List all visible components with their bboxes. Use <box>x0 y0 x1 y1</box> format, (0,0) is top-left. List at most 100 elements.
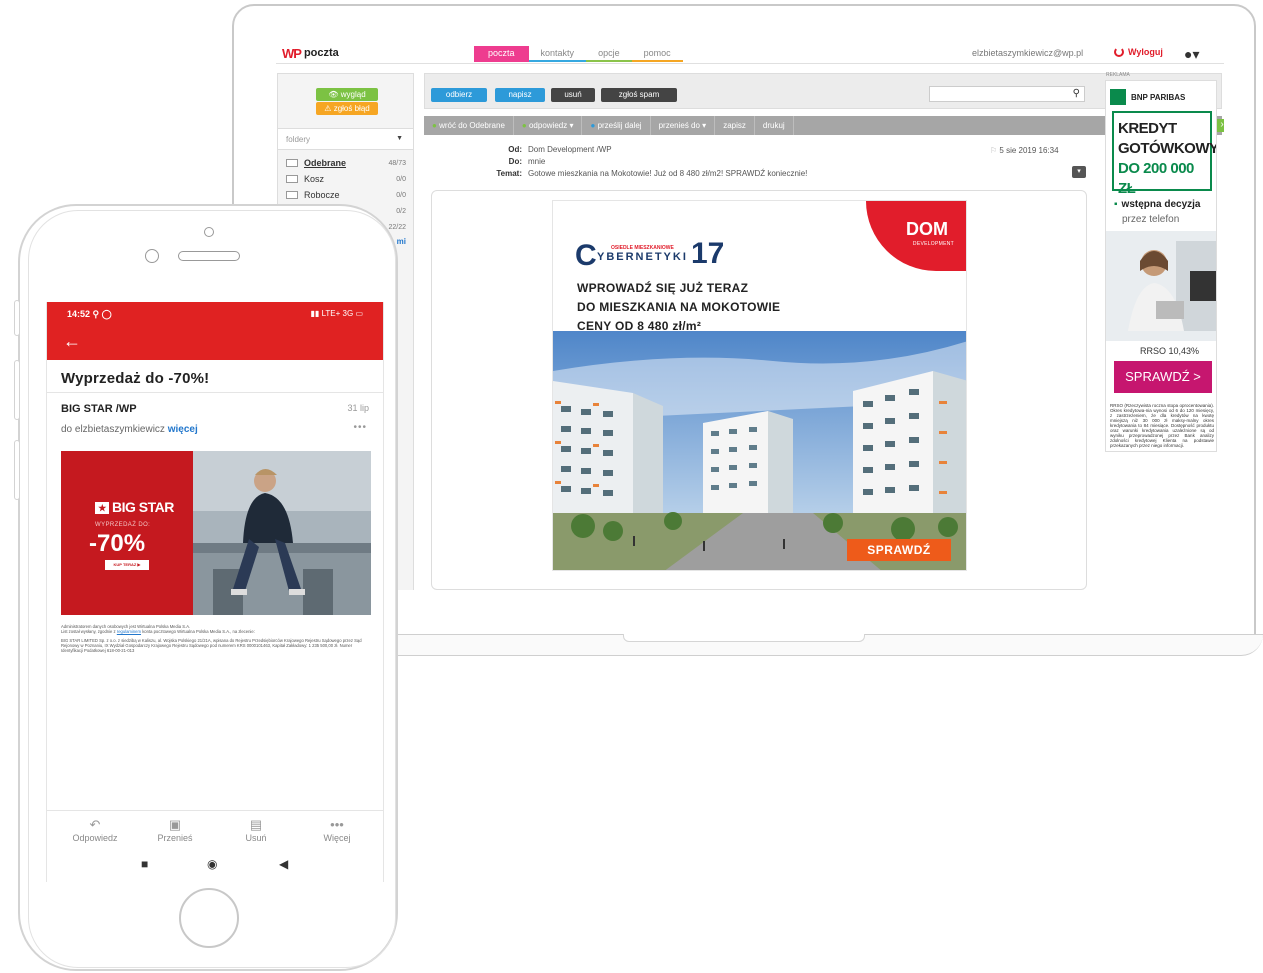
to-value: mnie <box>528 157 546 166</box>
phone-camera <box>204 227 214 237</box>
folder-count: 48/73 <box>388 159 406 167</box>
buildings-render-image <box>553 331 966 570</box>
estate-name: YBERNETYKI <box>597 251 688 263</box>
main-nav: poczta kontakty opcje pomoc <box>474 46 683 62</box>
dom-development-ad[interactable]: DOM DEVELOPMENT C OSIEDLE MIESZKANIOWE Y… <box>552 200 967 571</box>
reply-action[interactable]: ↶ Odpowiedz <box>55 817 135 843</box>
power-icon <box>1114 47 1124 57</box>
to-label: Do: <box>508 157 522 166</box>
status-indicators: ▮▮ LTE+ 3G ▭ <box>310 309 363 318</box>
bnp-paribas-ad[interactable]: BNP PARIBAS KREDYT GOTÓWKOWY DO 200 000 … <box>1105 80 1217 452</box>
check-button[interactable]: SPRAWDŹ <box>847 539 951 561</box>
back-icon[interactable]: ◀ <box>279 857 288 871</box>
forward-label: prześlij dalej <box>597 121 642 130</box>
wp-logo-icon: WP <box>282 46 302 61</box>
more-action[interactable]: ••• Więcej <box>297 817 377 843</box>
tab-opcje[interactable]: opcje <box>586 46 632 62</box>
delete-action[interactable]: ▤ Usuń <box>216 817 296 843</box>
buy-now-label: KUP TERAZ <box>113 562 137 567</box>
delete-button[interactable]: usuń <box>551 88 595 102</box>
search-icon[interactable]: ⚲ <box>1073 88 1080 99</box>
move-action[interactable]: ▣ Przenieś <box>135 817 215 843</box>
mail-toolbar: odbierz napisz usuń zgłoś spam ⚲ <box>424 73 1222 109</box>
more-link[interactable]: więcej <box>168 424 198 435</box>
terms-link[interactable]: regulaminem <box>117 629 141 634</box>
envelope-icon <box>286 159 298 167</box>
from-value: Dom Development /WP <box>528 145 612 154</box>
discount-value: -70% <box>89 530 146 557</box>
folders-dropdown[interactable]: foldery ▼ <box>278 128 413 150</box>
ad-line-1: WPROWADŹ SIĘ JUŻ TERAZ <box>577 281 749 295</box>
save-button[interactable]: zapisz <box>715 116 755 135</box>
phone-home-button[interactable] <box>179 888 239 948</box>
forward-icon: ● <box>590 121 596 130</box>
print-button[interactable]: drukuj <box>755 116 794 135</box>
wp-logo[interactable]: WP poczta <box>282 46 339 61</box>
folder-label: Odebrane <box>304 158 347 168</box>
ad-disclaimer: RRSO (Rzeczywista roczna stopa oprocento… <box>1110 403 1214 448</box>
phone-speaker <box>178 251 240 261</box>
folder-count: 0/0 <box>396 175 406 183</box>
tab-kontakty[interactable]: kontakty <box>528 46 587 62</box>
search-input[interactable]: ⚲ <box>929 86 1085 102</box>
big-star-logo: ★ BIG STAR <box>95 499 174 515</box>
folder-robocze[interactable]: Robocze 0/0 <box>286 188 410 202</box>
bnp-logo-icon <box>1110 89 1126 105</box>
receive-button[interactable]: odbierz <box>431 88 487 102</box>
loan-line-1: KREDYT <box>1118 120 1177 137</box>
back-to-inbox-button[interactable]: ● wróć do Odebrane <box>424 116 514 135</box>
compose-button[interactable]: napisz <box>495 88 545 102</box>
folder-icon: ▣ <box>168 817 182 832</box>
reply-label: odpowiedz <box>528 121 568 130</box>
rrso-value: RRSO 10,43% <box>1140 346 1200 356</box>
folders-more-label: mi <box>396 236 406 246</box>
trash-icon: ▤ <box>249 817 263 832</box>
flag-icon[interactable]: ⚐ <box>990 146 997 155</box>
check-offer-button[interactable]: SPRAWDŹ > <box>1114 361 1212 393</box>
reply-icon: ● <box>521 121 527 130</box>
tab-poczta[interactable]: poczta <box>474 46 529 62</box>
draft-icon <box>286 191 298 199</box>
reply-action-label: Odpowiedz <box>72 833 118 843</box>
chevron-down-icon: ▼ <box>396 135 403 142</box>
folder-label: Kosz <box>304 174 325 184</box>
divider <box>47 392 383 393</box>
expand-icon[interactable]: ▾ <box>1072 166 1086 178</box>
phone-screen: 14:52 ⚲ ◯ ▮▮ LTE+ 3G ▭ ← Wyprzedaż do -7… <box>46 302 384 882</box>
date-value: 5 sie 2019 16:34 <box>999 146 1059 155</box>
footer-text: List został wysłany, zgodnie z <box>61 629 116 635</box>
status-time: 14:52 ⚲ ◯ <box>67 309 112 319</box>
move-action-label: Przenieś <box>157 833 193 843</box>
tab-pomoc[interactable]: pomoc <box>631 46 683 62</box>
logout-label: Wyloguj <box>1128 47 1163 57</box>
home-icon[interactable]: ◉ <box>207 857 217 871</box>
from-label: Od: <box>508 145 522 154</box>
report-bug-button[interactable]: ⚠ zgłoś błąd <box>316 102 378 115</box>
forward-button[interactable]: ● prześlij dalej <box>582 116 651 135</box>
to-row: Do: mnie <box>424 157 546 166</box>
buy-now-button[interactable]: KUP TERAZ ▶ <box>105 560 149 570</box>
move-to-button[interactable]: przenieś do ▾ <box>651 116 716 135</box>
feature-text: wstępna decyzja <box>1121 199 1201 210</box>
folder-count: 0/2 <box>396 207 406 215</box>
move-label: przenieś do <box>658 121 700 130</box>
back-arrow-icon[interactable]: ← <box>63 331 81 352</box>
more-options-icon[interactable]: ••• <box>353 422 367 433</box>
reply-button[interactable]: ● odpowiedz ▾ <box>514 116 583 135</box>
reply-icon: ↶ <box>89 817 101 832</box>
big-star-banner[interactable]: ★ BIG STAR WYPRZEDAŻ DO: -70% KUP TERAZ ▶ <box>61 451 371 615</box>
sale-label: WYPRZEDAŻ DO: <box>95 522 151 528</box>
phone-side-button <box>14 300 20 336</box>
spam-button[interactable]: zgłoś spam <box>601 88 677 102</box>
recent-apps-icon[interactable]: ■ <box>141 857 148 871</box>
loan-line-2: GOTÓWKOWY <box>1118 140 1217 157</box>
loan-offer-box: KREDYT GOTÓWKOWY DO 200 000 ZŁ <box>1112 111 1217 197</box>
look-button[interactable]: 👁 wygląd <box>316 88 378 101</box>
profile-icon[interactable]: ●▾ <box>1184 46 1199 63</box>
folder-kosz[interactable]: Kosz 0/0 <box>286 172 410 186</box>
email-date: 31 lip <box>347 403 369 413</box>
bnp-logo: BNP PARIBAS <box>1110 89 1185 105</box>
logo-text: poczta <box>303 47 339 59</box>
logout-button[interactable]: Wyloguj <box>1114 47 1163 57</box>
folder-odebrane[interactable]: Odebrane 48/73 <box>286 156 410 170</box>
